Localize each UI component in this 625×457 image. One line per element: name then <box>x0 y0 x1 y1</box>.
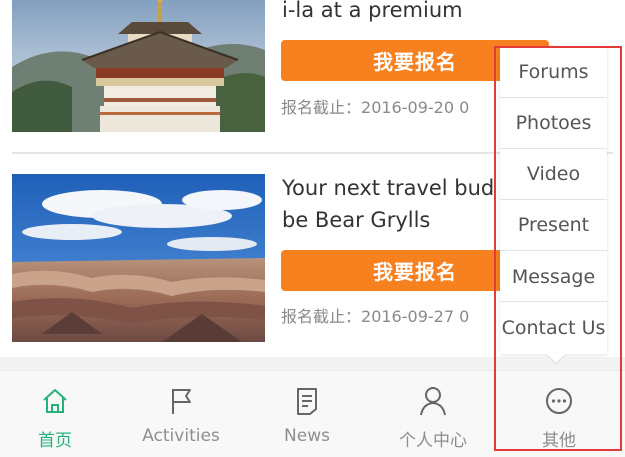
signup-deadline: 报名截止：2016-09-27 0 <box>281 303 501 327</box>
tab-news[interactable]: News <box>257 371 357 457</box>
deadline-value: 2016-09-20 0 <box>361 98 470 117</box>
person-icon <box>420 387 446 416</box>
pagoda-photo <box>12 0 265 132</box>
tab-label: News <box>284 426 330 446</box>
flag-icon <box>172 389 191 414</box>
signup-deadline: 报名截止：2016-09-20 0 <box>281 94 501 118</box>
activity-title[interactable]: i-la at a premium <box>282 0 612 26</box>
home-icon <box>43 389 67 413</box>
highlight-box <box>494 46 622 451</box>
deadline-label: 报名截止： <box>281 98 362 117</box>
tab-activities[interactable]: Activities <box>131 371 231 457</box>
activity-thumbnail[interactable] <box>12 174 265 342</box>
document-icon <box>297 388 317 415</box>
tab-label: Activities <box>142 426 220 446</box>
tab-label: 首页 <box>38 431 72 451</box>
tab-home[interactable]: 首页 <box>5 371 105 457</box>
activity-thumbnail[interactable] <box>12 0 265 132</box>
tab-profile[interactable]: 个人中心 <box>383 371 483 457</box>
deadline-label: 报名截止： <box>281 307 362 326</box>
tab-label: 个人中心 <box>399 431 467 451</box>
canyon-photo <box>12 174 265 342</box>
deadline-value: 2016-09-27 0 <box>361 307 470 326</box>
